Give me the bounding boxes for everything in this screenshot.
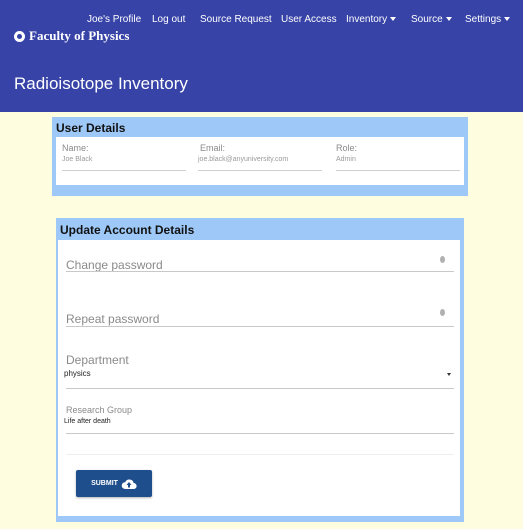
change-password-input[interactable]: Change password bbox=[66, 258, 163, 272]
brand[interactable]: Faculty of Physics bbox=[14, 28, 129, 44]
department-underline bbox=[66, 388, 454, 389]
eye-icon[interactable] bbox=[440, 309, 445, 316]
chevron-down-icon bbox=[390, 17, 397, 21]
submit-label: SUBMIT bbox=[91, 480, 118, 487]
role-underline bbox=[336, 170, 460, 171]
chevron-down-icon bbox=[445, 17, 452, 21]
nav-source-request[interactable]: Source Request bbox=[200, 14, 272, 25]
repeat-password-input[interactable]: Repeat password bbox=[66, 312, 159, 326]
update-account-title: Update Account Details bbox=[60, 223, 195, 237]
chevron-down-icon bbox=[504, 17, 511, 21]
research-group-label: Research Group bbox=[66, 405, 133, 415]
role-value: Admin bbox=[336, 156, 356, 163]
atom-logo-icon bbox=[14, 30, 25, 42]
submit-button[interactable]: SUBMIT bbox=[76, 470, 152, 497]
chevron-down-icon[interactable] bbox=[447, 373, 451, 376]
name-underline bbox=[62, 170, 186, 171]
divider bbox=[66, 454, 454, 455]
nav-inventory[interactable]: Inventory bbox=[346, 14, 397, 25]
nav-inventory-label: Inventory bbox=[346, 14, 388, 25]
repeat-password-underline bbox=[66, 326, 454, 327]
research-group-underline bbox=[66, 433, 454, 434]
role-label: Role: bbox=[336, 143, 358, 153]
department-label: Department bbox=[66, 353, 129, 367]
header-bar: Faculty of Physics Joe's Profile Log out… bbox=[0, 0, 523, 112]
nav-source[interactable]: Source bbox=[411, 14, 452, 25]
research-group-input[interactable]: Life after death bbox=[64, 418, 111, 425]
page-title: Radioisotope Inventory bbox=[14, 74, 188, 93]
user-details-body: Name: Joe Black Email: joe.black@anyuniv… bbox=[56, 137, 464, 185]
eye-icon[interactable] bbox=[440, 256, 445, 263]
name-label: Name: bbox=[62, 143, 89, 153]
change-password-underline bbox=[66, 271, 454, 272]
cloud-upload-icon bbox=[121, 479, 137, 489]
nav-logout[interactable]: Log out bbox=[152, 14, 185, 25]
email-underline bbox=[198, 170, 322, 171]
email-value: joe.black@anyuniversity.com bbox=[198, 156, 289, 163]
nav-user-access[interactable]: User Access bbox=[281, 14, 337, 25]
nav-settings-label: Settings bbox=[465, 14, 502, 25]
nav-settings[interactable]: Settings bbox=[465, 14, 511, 25]
user-details-title: User Details bbox=[56, 121, 126, 135]
user-details-card: User Details Name: Joe Black Email: joe.… bbox=[52, 117, 468, 196]
nav-profile[interactable]: Joe's Profile bbox=[87, 14, 141, 25]
department-select[interactable]: physics bbox=[64, 369, 91, 378]
email-label: Email: bbox=[200, 143, 226, 153]
nav-source-label: Source bbox=[411, 14, 443, 25]
name-value: Joe Black bbox=[62, 156, 93, 163]
brand-name: Faculty of Physics bbox=[29, 28, 130, 43]
